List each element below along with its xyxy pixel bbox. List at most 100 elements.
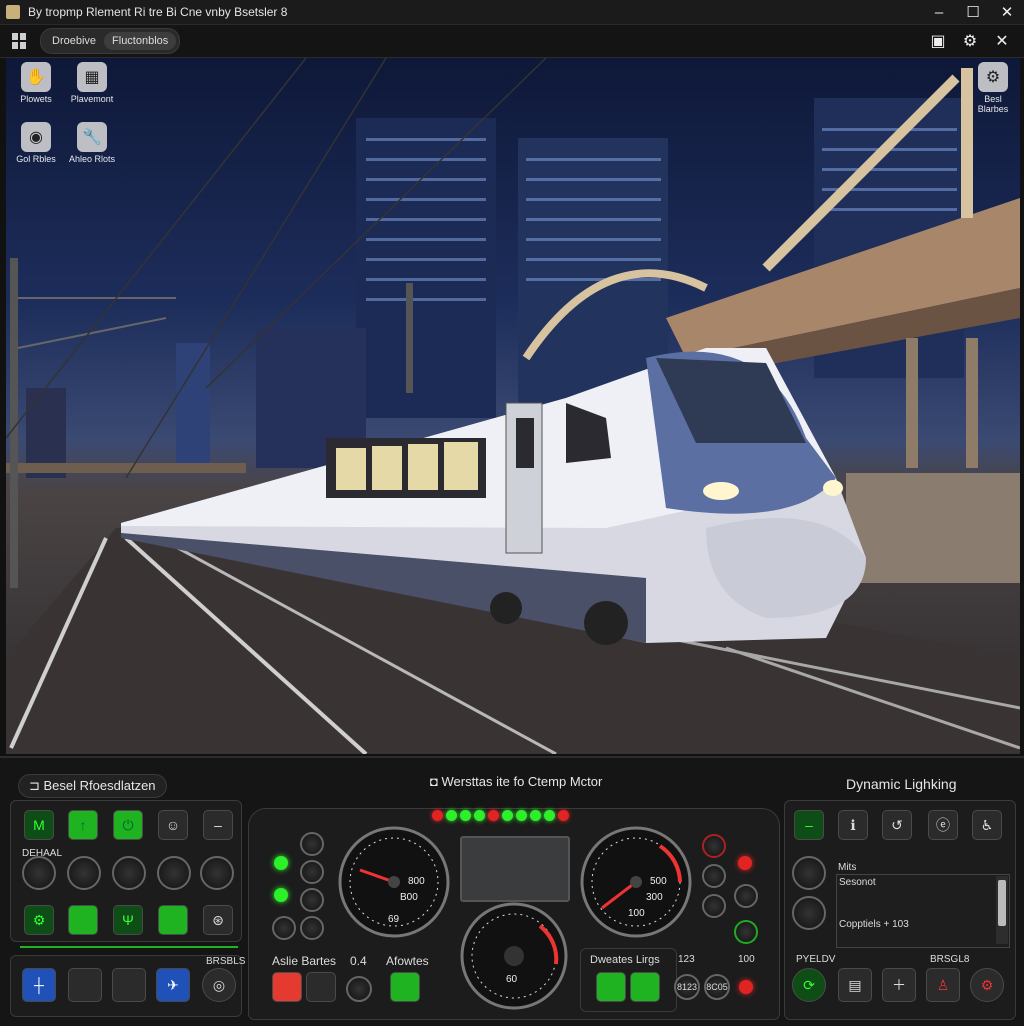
panel-icon: ▦ — [77, 62, 107, 92]
minus-button[interactable]: – — [203, 810, 233, 840]
skyscraper — [176, 343, 210, 463]
mini-dial[interactable]: 8C05 — [704, 974, 730, 1000]
document-button[interactable]: ▤ — [838, 968, 872, 1002]
rotary-knob[interactable] — [157, 856, 191, 890]
svg-text:100: 100 — [628, 908, 645, 919]
rotary-knob[interactable] — [112, 856, 146, 890]
settings-button[interactable]: ⊛ — [203, 905, 233, 935]
green-toggle-button[interactable] — [158, 905, 188, 935]
window-title: By tropmp Rlement Ri tre Bi Cne vnby Bse… — [28, 5, 288, 19]
plus-button[interactable]: ┼ — [22, 968, 56, 1002]
speaker-knob[interactable] — [792, 856, 826, 890]
digit-display-2: 100 — [738, 954, 755, 965]
rotary-knob[interactable] — [200, 856, 234, 890]
app-icon — [6, 5, 20, 19]
indicator-led — [544, 810, 555, 821]
close-button[interactable]: ✕ — [990, 0, 1024, 24]
wrench-icon: 🔧 — [77, 122, 107, 152]
tab-droebive[interactable]: Droebive — [44, 32, 104, 50]
lighting-list[interactable]: Sesonot Copptiels + 103 — [836, 874, 1010, 948]
dotted-knob[interactable] — [792, 896, 826, 930]
mini-gauge — [702, 834, 726, 858]
indicator-led — [474, 810, 485, 821]
led-strip — [432, 810, 569, 821]
gear-button[interactable]: ⚙ — [24, 905, 54, 935]
lights-on-button[interactable] — [596, 972, 626, 1002]
desktop-icon-besl-blarbes[interactable]: ⚙ Besl Blarbes — [968, 62, 1018, 114]
center-panel-title: ◘ Wersttas ite fo Ctemp Mctor — [430, 774, 603, 789]
dial-knob[interactable] — [346, 976, 372, 1002]
separator-line — [20, 946, 238, 948]
status-led — [274, 888, 288, 902]
minus-green-button[interactable]: – — [794, 810, 824, 840]
title-bar: By tropmp Rlement Ri tre Bi Cne vnby Bse… — [0, 0, 1024, 25]
robot-icon-button[interactable]: ☺ — [158, 810, 188, 840]
fan-knob[interactable] — [67, 856, 101, 890]
blank-button[interactable] — [68, 968, 102, 1002]
rotary-knob[interactable] — [22, 856, 56, 890]
svg-text:500: 500 — [650, 876, 667, 887]
red-figure-button[interactable]: ♙ — [926, 968, 960, 1002]
toolbar: Droebive Fluctonblos ▣ ⚙ ✕ — [0, 25, 1024, 58]
hand-icon: ✋ — [21, 62, 51, 92]
lights-on-button[interactable] — [630, 972, 660, 1002]
camera-icon: ◘ — [430, 774, 442, 789]
mic-button[interactable]: ◎ — [202, 968, 236, 1002]
blank-button[interactable] — [112, 968, 146, 1002]
red-gear-button[interactable]: ⚙ — [970, 968, 1004, 1002]
emergency-stop-button[interactable] — [272, 972, 302, 1002]
mini-dial[interactable]: 8123 — [674, 974, 700, 1000]
aslie-bartes-value: 0.4 — [350, 954, 367, 968]
power-button[interactable]: ⏻ — [113, 810, 143, 840]
mini-gauge — [300, 916, 324, 940]
simulation-viewport[interactable]: ✋ Plowets ▦ Plavemont ◉ Gol Rbles 🔧 Ahle… — [6, 58, 1020, 754]
screenshot-icon[interactable]: ▣ — [926, 29, 950, 53]
mini-gauge — [300, 888, 324, 912]
green-toggle-button[interactable] — [68, 905, 98, 935]
blank-button[interactable] — [306, 972, 336, 1002]
minimize-button[interactable]: – — [922, 0, 956, 24]
airplane-button[interactable]: ✈ — [156, 968, 190, 1002]
catenary-pole — [10, 258, 18, 588]
svg-text:800: 800 — [408, 876, 425, 887]
right-label-right: BRSGL8 — [930, 954, 970, 965]
scrollbar[interactable] — [996, 876, 1008, 944]
mini-gauge — [300, 860, 324, 884]
lower-label: BRSBLS — [206, 956, 246, 967]
scrollbar-thumb[interactable] — [998, 880, 1006, 926]
gear-icon: ⚙ — [978, 62, 1008, 92]
mini-gauge — [272, 916, 296, 940]
arrow-up-button[interactable]: ↑ — [68, 810, 98, 840]
maximize-button[interactable]: ☐ — [956, 0, 990, 24]
refresh-button[interactable]: ↺ — [882, 810, 912, 840]
desktop-icon-gol-rbles[interactable]: ◉ Gol Rbles — [6, 122, 66, 164]
desktop-icon-plowets[interactable]: ✋ Plowets — [6, 62, 66, 104]
warning-led — [739, 980, 753, 994]
tab-group: Droebive Fluctonblos — [40, 28, 181, 54]
gauge-icon: ◉ — [21, 122, 51, 152]
text-button[interactable]: ⓔ — [928, 810, 958, 840]
refresh-green-button[interactable]: ⟳ — [792, 968, 826, 1002]
info-button[interactable]: ℹ — [838, 810, 868, 840]
mini-gauge — [734, 920, 758, 944]
tab-fluctonblos[interactable]: Fluctonblos — [104, 32, 177, 50]
indicator-led — [502, 810, 513, 821]
list-item[interactable]: Copptiels + 103 — [839, 919, 909, 930]
right-label-left: PYELDV — [796, 954, 836, 965]
confirm-button[interactable] — [390, 972, 420, 1002]
plus-button[interactable]: ＋ — [882, 968, 916, 1002]
close-view-icon[interactable]: ✕ — [990, 29, 1014, 53]
dweates-lirgs-label: Dweates Lirgs — [590, 954, 660, 966]
desktop-icon-plavemont[interactable]: ▦ Plavemont — [62, 62, 122, 104]
grid-menu-icon[interactable] — [12, 33, 30, 49]
aslie-bartes-label: Aslie Bartes — [272, 954, 337, 968]
status-led — [274, 856, 288, 870]
accessibility-button[interactable]: ♿ — [972, 810, 1002, 840]
signal-button[interactable]: Ψ — [113, 905, 143, 935]
pantograph-button[interactable]: M — [24, 810, 54, 840]
desktop-icon-ahleo-rlots[interactable]: 🔧 Ahleo Rlots — [62, 122, 122, 164]
settings-gear-icon[interactable]: ⚙ — [958, 29, 982, 53]
svg-text:60: 60 — [506, 974, 518, 985]
mini-gauge — [734, 884, 758, 908]
list-item[interactable]: Sesonot — [839, 877, 876, 888]
